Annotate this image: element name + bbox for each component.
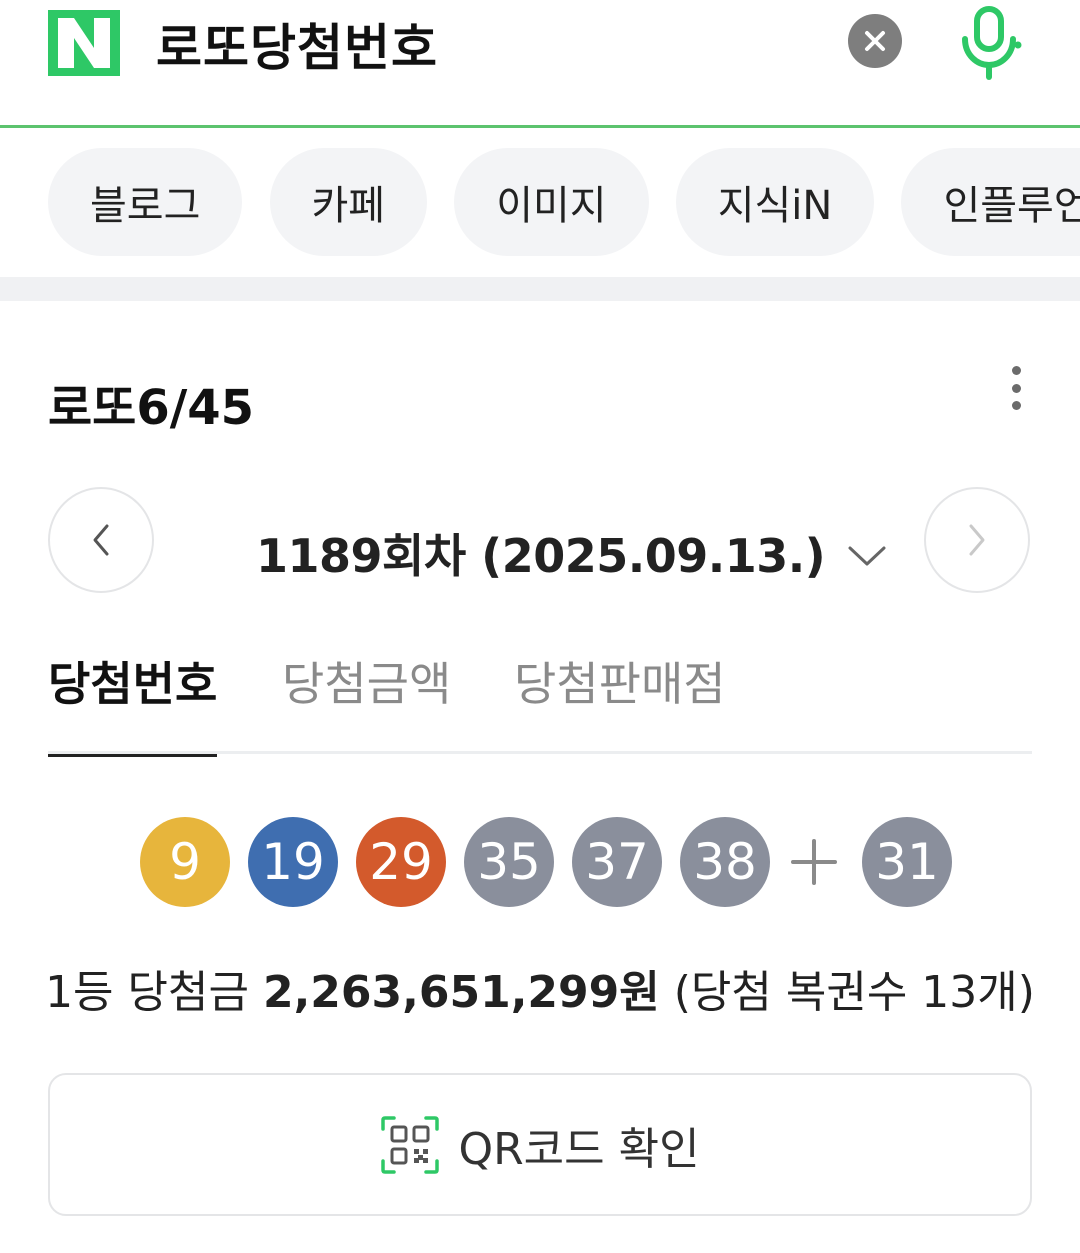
chip-influencer[interactable]: 인플루언 (901, 148, 1080, 256)
winning-numbers: 9 19 29 35 37 38 31 (140, 816, 970, 908)
number-ball: 38 (680, 817, 770, 907)
tab-winning-numbers[interactable]: 당첨번호 (48, 648, 218, 757)
qr-code-icon (381, 1115, 440, 1174)
search-query[interactable]: 로또당첨번호 (156, 8, 438, 80)
number-ball: 19 (248, 817, 338, 907)
prize-prefix: 1등 당첨금 (45, 967, 249, 1018)
search-bar: 로또당첨번호 (0, 0, 1080, 128)
more-dot (1011, 383, 1021, 393)
close-icon (865, 31, 885, 51)
number-ball: 35 (464, 817, 554, 907)
chip-image[interactable]: 이미지 (454, 148, 649, 256)
prize-amount: 2,263,651,299원 (262, 967, 660, 1018)
chevron-right-icon (969, 524, 985, 556)
chip-blog[interactable]: 블로그 (48, 148, 243, 256)
round-label: 1189회차 (2025.09.13.) (256, 529, 826, 583)
chip-kin[interactable]: 지식iN (675, 148, 875, 256)
result-tabs: 당첨번호 당첨금액 당첨판매점 (48, 648, 1032, 757)
previous-round-button[interactable] (48, 487, 154, 593)
section-divider (0, 277, 1080, 301)
chevron-left-icon (93, 524, 109, 556)
bonus-ball: 31 (862, 817, 952, 907)
card-title: 로또6/45 (48, 380, 255, 436)
qr-check-button[interactable]: QR코드 확인 (48, 1073, 1032, 1216)
round-selector[interactable]: 1189회차 (2025.09.13.) (256, 520, 887, 586)
more-vertical-icon (1011, 366, 1021, 375)
chip-cafe[interactable]: 카페 (269, 148, 428, 256)
chevron-down-icon (848, 546, 886, 566)
more-options-button[interactable] (996, 360, 1036, 416)
first-prize-info: 1등 당첨금 2,263,651,299원 (당첨 복권수 13개) (0, 956, 1080, 1020)
number-ball: 37 (572, 817, 662, 907)
plus-icon (784, 817, 844, 907)
prize-winners: (당첨 복권수 13개) (673, 967, 1035, 1018)
qr-button-label: QR코드 확인 (458, 1123, 700, 1175)
naver-logo[interactable] (48, 10, 120, 76)
more-dot (1011, 401, 1021, 410)
next-round-button[interactable] (924, 487, 1030, 593)
number-ball: 9 (140, 817, 230, 907)
number-ball: 29 (356, 817, 446, 907)
clear-search-button[interactable] (848, 14, 902, 68)
mic-icon (962, 6, 1022, 80)
tab-prize-amount[interactable]: 당첨금액 (282, 648, 451, 754)
search-filter-chips: 블로그 카페 이미지 지식iN 인플루언 (48, 148, 1080, 256)
voice-search-button[interactable] (954, 4, 1024, 82)
tab-winning-stores[interactable]: 당첨판매점 (514, 648, 726, 754)
